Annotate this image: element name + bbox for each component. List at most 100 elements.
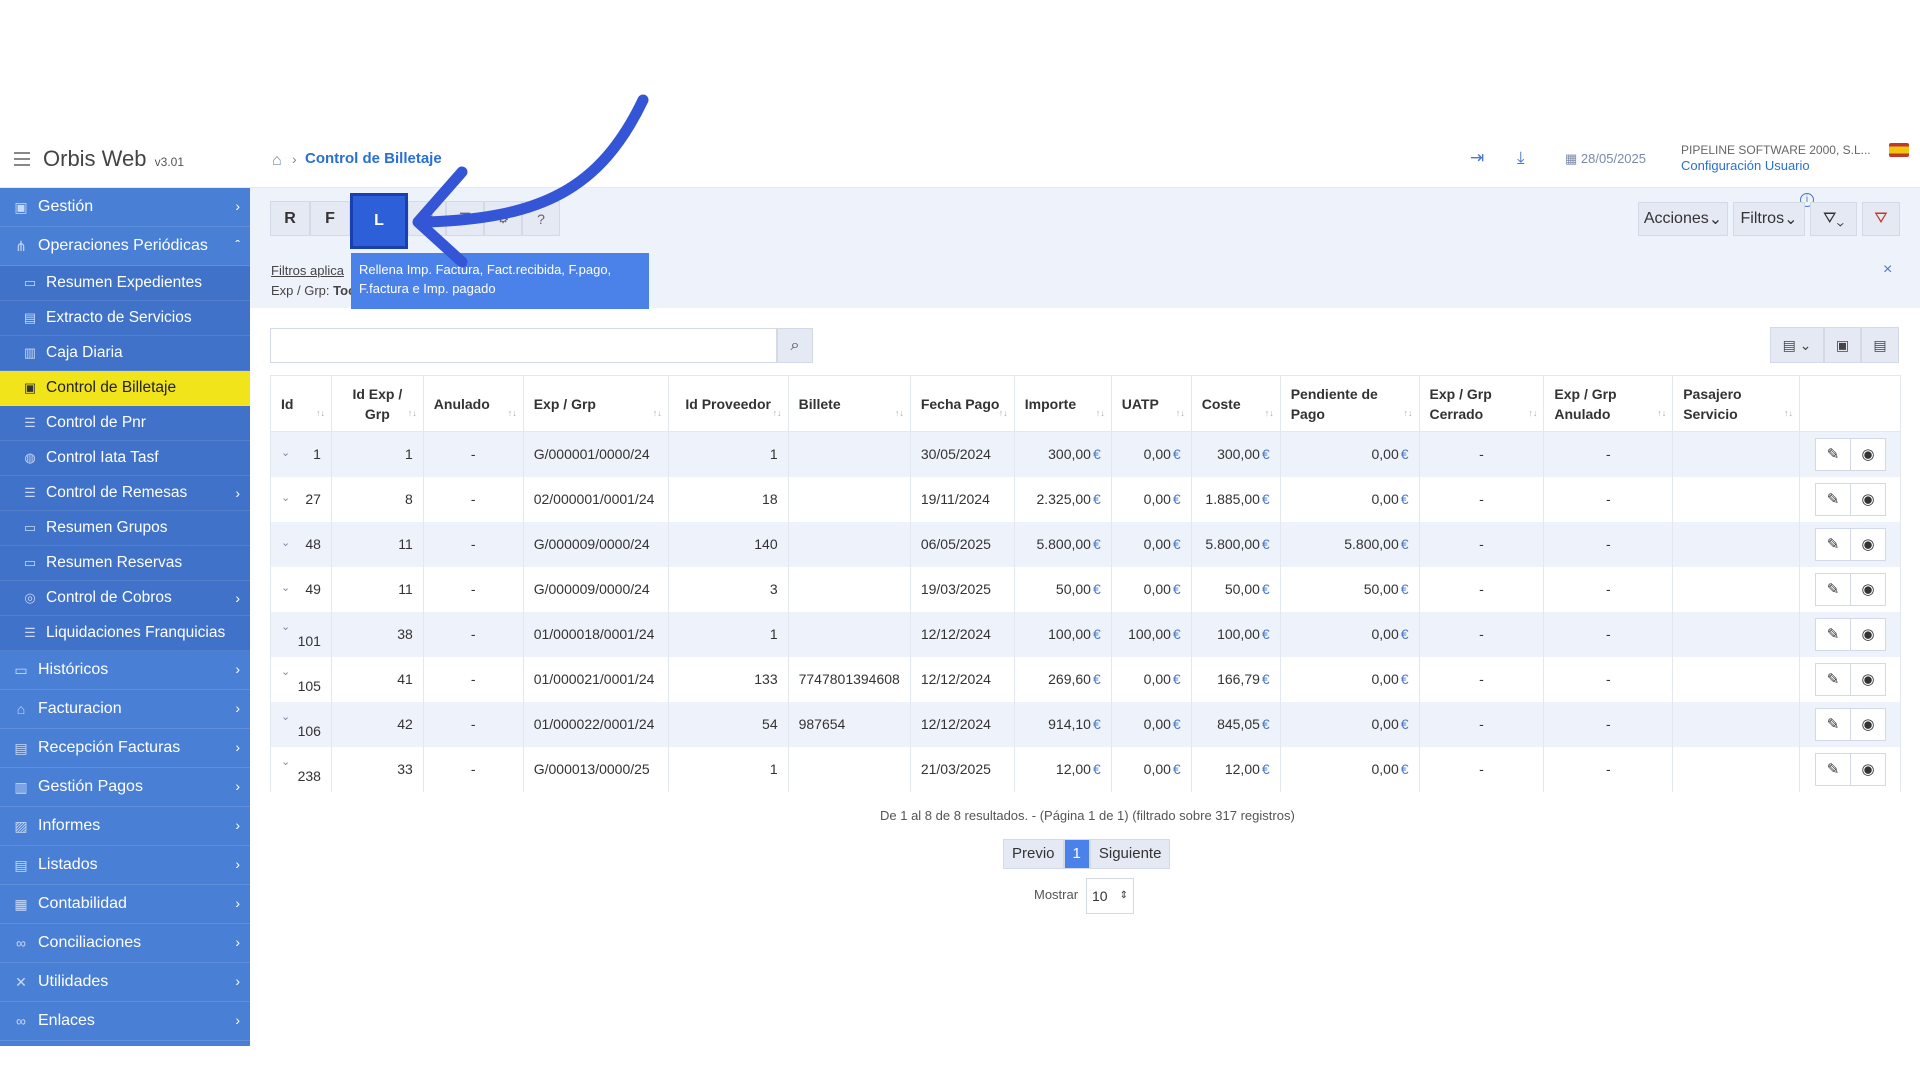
next-button[interactable]: Siguiente bbox=[1089, 839, 1171, 869]
expand-row-icon[interactable]: ⌄ bbox=[281, 710, 290, 723]
sidebar-item-control-iata-tasf[interactable]: ◍ Control Iata Tasf bbox=[0, 441, 250, 476]
sidebar-item-control-cobros[interactable]: ◎ Control de Cobros › bbox=[0, 581, 250, 616]
edit-icon[interactable]: ✎ bbox=[1815, 437, 1852, 471]
table-row[interactable]: ⌄ 1 1- G/000001/0000/24 1 30/05/2024 300,00 €0,… bbox=[270, 431, 1901, 477]
button-f[interactable]: F bbox=[310, 201, 350, 236]
sidebar-item-operaciones-periodicas[interactable]: ⋔ Operaciones Periódicas ˆ bbox=[0, 227, 250, 266]
expand-row-icon[interactable]: ⌄ bbox=[281, 620, 290, 633]
sidebar-item-historicos[interactable]: ▭ Históricos › bbox=[0, 651, 250, 690]
view-icon[interactable]: ◉ bbox=[1850, 482, 1887, 516]
sidebar-item-conciliaciones[interactable]: ∞ Conciliaciones › bbox=[0, 924, 250, 963]
col-anulado[interactable]: Anulado ↑↓ bbox=[422, 375, 524, 432]
col-uatp[interactable]: UATP ↑↓ bbox=[1110, 375, 1192, 432]
columns-dropdown[interactable]: ▤ ⌄ bbox=[1770, 327, 1824, 363]
filtros-dropdown[interactable]: Filtros ⌄ bbox=[1733, 202, 1805, 236]
table-row[interactable]: ⌄ 27 8-02/000001/0001/24 18 19/11/2024 2.325,… bbox=[270, 476, 1901, 522]
view-icon[interactable]: ◉ bbox=[1850, 662, 1887, 696]
sidebar-item-caja-diaria[interactable]: ▥ Caja Diaria bbox=[0, 336, 250, 371]
sidebar-item-listados[interactable]: ▤ Listados › bbox=[0, 846, 250, 885]
sidebar-item-liquidaciones-franquicias[interactable]: ☰ Liquidaciones Franquicias bbox=[0, 616, 250, 651]
view-icon[interactable]: ◉ bbox=[1850, 707, 1887, 741]
table-cell: 0,00 € bbox=[1110, 746, 1192, 792]
expand-row-icon[interactable]: ⌄ bbox=[281, 665, 290, 678]
table-cell bbox=[1672, 656, 1801, 702]
home-icon[interactable]: ⌂ bbox=[272, 152, 282, 170]
login-icon[interactable]: ⇥ bbox=[1470, 148, 1484, 168]
acciones-dropdown[interactable]: Acciones ⌄ bbox=[1638, 202, 1728, 236]
col-pasajero-servicio[interactable]: Pasajero Servicio ↑↓ bbox=[1672, 375, 1801, 432]
view-icon[interactable]: ◉ bbox=[1850, 437, 1887, 471]
sidebar-item-enlaces[interactable]: ∞ Enlaces › bbox=[0, 1002, 250, 1041]
download-icon[interactable]: ⤓ bbox=[1517, 148, 1525, 168]
close-filters-icon[interactable]: × bbox=[1883, 261, 1892, 279]
col-exp-grp[interactable]: Exp / Grp ↑↓ bbox=[522, 375, 669, 432]
table-row[interactable]: ⌄ 48 11- G/000009/0000/24 140 06/05/2025 5.800… bbox=[270, 521, 1901, 567]
sidebar-item-contabilidad[interactable]: ▦ Contabilidad › bbox=[0, 885, 250, 924]
search-button[interactable]: ⌕ bbox=[777, 328, 813, 363]
sidebar-item-gestion-pagos[interactable]: ▥ Gestión Pagos › bbox=[0, 768, 250, 807]
table-row[interactable]: ⌄ 49 11- G/000009/0000/24 3 19/03/2025 50,00 €0… bbox=[270, 566, 1901, 612]
filter-options-button[interactable]: ⛛⌄ bbox=[1810, 202, 1857, 236]
prev-button[interactable]: Previo bbox=[1003, 839, 1064, 869]
search-input[interactable] bbox=[270, 328, 777, 363]
sidebar-item-control-billetaje[interactable]: ▣ Control de Billetaje bbox=[0, 371, 250, 406]
col-pendiente-pago[interactable]: Pendiente de Pago ↑↓ bbox=[1279, 375, 1420, 432]
expand-row-icon[interactable]: ⌄ bbox=[281, 755, 290, 768]
page-1-button[interactable]: 1 bbox=[1063, 839, 1090, 869]
view-icon[interactable]: ◉ bbox=[1850, 572, 1887, 606]
col-exp-grp-anulado[interactable]: Exp / Grp Anulado ↑↓ bbox=[1543, 375, 1674, 432]
col-exp-grp-cerrado[interactable]: Exp / Grp Cerrado ↑↓ bbox=[1418, 375, 1545, 432]
edit-icon[interactable]: ✎ bbox=[1815, 527, 1852, 561]
page-size-select[interactable]: 10 ⇕ bbox=[1086, 878, 1134, 914]
view-icon[interactable]: ◉ bbox=[1850, 527, 1887, 561]
expand-row-icon[interactable]: ⌄ bbox=[281, 581, 290, 594]
table-row[interactable]: ⌄ 105 41-01/000021/0001/24 133 7747801394608… bbox=[270, 656, 1901, 702]
sidebar-item-gestion[interactable]: ▣ Gestión › bbox=[0, 188, 250, 227]
sidebar-item-control-pnr[interactable]: ☰ Control de Pnr bbox=[0, 406, 250, 441]
edit-icon[interactable]: ✎ bbox=[1815, 707, 1852, 741]
table-cell: 0,00 € bbox=[1279, 656, 1420, 702]
table-row[interactable]: ⌄ 238 33- G/000013/0000/25 1 21/03/2025 12,00 €… bbox=[270, 746, 1901, 792]
clear-filter-button[interactable]: ⛛ bbox=[1862, 202, 1900, 236]
col-billete[interactable]: Billete ↑↓ bbox=[787, 375, 911, 432]
col-coste[interactable]: Coste ↑↓ bbox=[1190, 375, 1281, 432]
col-id-exp-grp[interactable]: Id Exp / Grp ↑↓ bbox=[330, 375, 424, 432]
col-id[interactable]: Id ↑↓ bbox=[270, 375, 332, 432]
col-id-proveedor[interactable]: Id Proveedor ↑↓ bbox=[667, 375, 789, 432]
list-button[interactable]: ☰ bbox=[446, 201, 484, 236]
sidebar-item-extracto-servicios[interactable]: ▤ Extracto de Servicios bbox=[0, 301, 250, 336]
sidebar-item-recepcion-facturas[interactable]: ▤ Recepción Facturas › bbox=[0, 729, 250, 768]
date-display[interactable]: ▦ 28/05/2025 bbox=[1565, 151, 1646, 167]
expand-row-icon[interactable]: ⌄ bbox=[281, 491, 290, 504]
col-importe[interactable]: Importe ↑↓ bbox=[1013, 375, 1112, 432]
col-fecha-pago[interactable]: Fecha Pago ↑↓ bbox=[909, 375, 1015, 432]
calendar-button[interactable]: ▦ bbox=[408, 201, 446, 236]
edit-icon[interactable]: ✎ bbox=[1815, 662, 1852, 696]
sidebar-item-resumen-reservas[interactable]: ▭ Resumen Reservas bbox=[0, 546, 250, 581]
table-row[interactable]: ⌄ 106 42-01/000022/0001/24 54 987654 12/12/20… bbox=[270, 701, 1901, 747]
view-icon[interactable]: ◉ bbox=[1850, 617, 1887, 651]
table-row[interactable]: ⌄ 101 38-01/000018/0001/24 1 12/12/2024 100,0… bbox=[270, 611, 1901, 657]
spain-flag-icon[interactable] bbox=[1889, 143, 1909, 157]
sidebar-item-utilidades[interactable]: ✕ Utilidades › bbox=[0, 963, 250, 1002]
expand-row-icon[interactable]: ⌄ bbox=[281, 446, 290, 459]
settings-button[interactable]: ⚙ bbox=[484, 201, 522, 236]
sidebar-item-resumen-expedientes[interactable]: ▭ Resumen Expedientes bbox=[0, 266, 250, 301]
edit-icon[interactable]: ✎ bbox=[1815, 617, 1852, 651]
user-config-link[interactable]: Configuración Usuario bbox=[1681, 158, 1810, 173]
sidebar-item-control-remesas[interactable]: ☰ Control de Remesas › bbox=[0, 476, 250, 511]
help-button[interactable]: ? bbox=[522, 201, 560, 236]
sidebar-item-facturacion[interactable]: ⌂ Facturacion › bbox=[0, 690, 250, 729]
edit-icon[interactable]: ✎ bbox=[1815, 482, 1852, 516]
sidebar-item-resumen-grupos[interactable]: ▭ Resumen Grupos bbox=[0, 511, 250, 546]
export-excel-button[interactable]: ▣ bbox=[1824, 327, 1861, 363]
expand-row-icon[interactable]: ⌄ bbox=[281, 536, 290, 549]
button-r[interactable]: R bbox=[270, 201, 310, 236]
sidebar-item-informes[interactable]: ▨ Informes › bbox=[0, 807, 250, 846]
export-pdf-button[interactable]: ▤ bbox=[1861, 327, 1899, 363]
edit-icon[interactable]: ✎ bbox=[1815, 572, 1852, 606]
hamburger-menu-icon[interactable] bbox=[14, 152, 30, 166]
view-icon[interactable]: ◉ bbox=[1850, 752, 1887, 786]
button-l[interactable]: L bbox=[350, 193, 408, 249]
edit-icon[interactable]: ✎ bbox=[1815, 752, 1852, 786]
